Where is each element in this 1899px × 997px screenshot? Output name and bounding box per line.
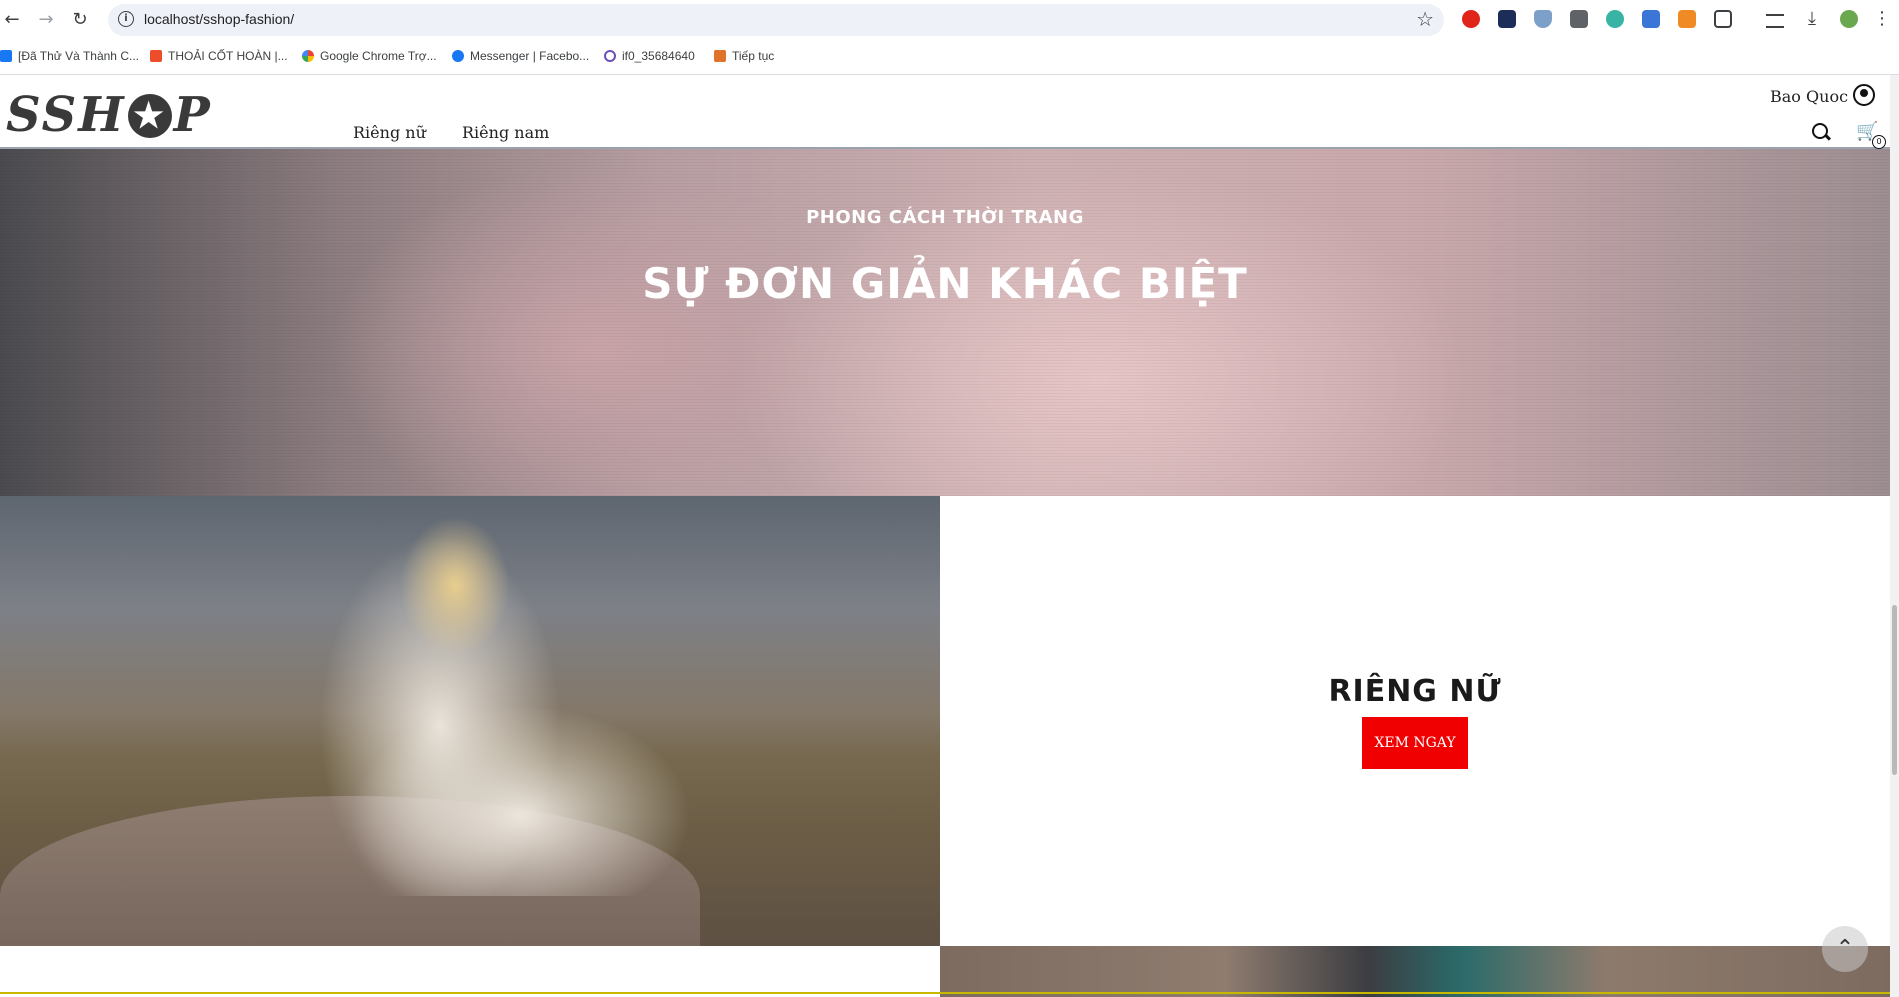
men-section-image: [940, 946, 1890, 997]
nav-link-rieng-nu[interactable]: Riêng nữ: [353, 123, 426, 142]
hero-title: SỰ ĐƠN GIẢN KHÁC BIỆT: [642, 259, 1248, 308]
shopee-icon: [150, 50, 162, 62]
bookmark-item[interactable]: Google Chrome Trợ...: [302, 49, 437, 63]
men-section-panel: [0, 946, 940, 997]
model-figure: [290, 516, 770, 896]
extension-icon[interactable]: [1498, 10, 1516, 28]
avatar[interactable]: [1840, 10, 1858, 28]
bookmark-label: THOẢI CỐT HOÀN |...: [168, 49, 288, 63]
bookmark-item[interactable]: THOẢI CỐT HOÀN |...: [150, 49, 288, 63]
user-account-icon[interactable]: [1853, 84, 1875, 106]
bookmark-label: Google Chrome Trợ...: [320, 49, 437, 63]
extension-icon[interactable]: [1570, 10, 1588, 28]
women-section-image: [0, 496, 940, 946]
logo-text-right: P: [173, 87, 212, 143]
bookmark-item[interactable]: if0_35684640: [604, 49, 695, 63]
model-body: [290, 516, 770, 896]
logo-text-left: SSH: [6, 87, 126, 143]
google-icon: [302, 50, 314, 62]
hero-subtitle: PHONG CÁCH THỜI TRANG: [806, 207, 1084, 228]
browser-toolbar: ← → ↻ i localhost/sshop-fashion/ ☆ ⤓ ⋮: [0, 0, 1899, 40]
hero-banner: PHONG CÁCH THỜI TRANG SỰ ĐƠN GIẢN KHÁC B…: [0, 149, 1890, 496]
search-icon[interactable]: [1812, 123, 1828, 139]
chevron-up-icon: ⌃: [1835, 936, 1855, 961]
shield-icon[interactable]: [1534, 10, 1552, 28]
bookmarks-bar: [Đã Thử Và Thành C... THOẢI CỐT HOÀN |..…: [0, 40, 1899, 75]
facebook-icon: [452, 50, 464, 62]
bookmark-label: Tiếp tục: [732, 49, 775, 63]
facebook-page-icon: [0, 50, 12, 62]
shop-now-button[interactable]: XEM NGAY: [1362, 717, 1468, 769]
back-to-top-button[interactable]: ⌃: [1822, 926, 1868, 972]
site-info-icon[interactable]: i: [118, 11, 134, 27]
url-text: localhost/sshop-fashion/: [144, 11, 295, 27]
model-hair: [400, 516, 510, 656]
opera-icon[interactable]: [1462, 10, 1480, 28]
forward-arrow-icon[interactable]: →: [34, 8, 58, 32]
scrollbar-thumb[interactable]: [1892, 605, 1897, 775]
reload-icon[interactable]: ↻: [68, 8, 92, 32]
address-bar[interactable]: i localhost/sshop-fashion/ ☆: [108, 4, 1444, 36]
user-name[interactable]: Bao Quoc: [1770, 87, 1848, 106]
bookmark-item[interactable]: Messenger | Facebo...: [452, 49, 589, 63]
bookmark-star-icon[interactable]: ☆: [1416, 7, 1434, 31]
star-logo-icon: ★: [127, 94, 172, 138]
cart-count-badge: 0: [1872, 135, 1886, 149]
back-arrow-icon[interactable]: ←: [0, 8, 24, 32]
bookmark-label: if0_35684640: [622, 49, 695, 63]
women-section-title: RIÊNG NỮ: [1328, 674, 1502, 709]
translate-icon[interactable]: [1642, 10, 1660, 28]
extension-icon[interactable]: [1678, 10, 1696, 28]
bookmark-icon: [714, 50, 726, 62]
extension-icon[interactable]: [1606, 10, 1624, 28]
bookmark-item[interactable]: Tiếp tục: [714, 49, 774, 63]
divider: [0, 992, 1890, 994]
nav-link-rieng-nam[interactable]: Riêng nam: [462, 123, 549, 142]
bookmark-item[interactable]: [Đã Thử Và Thành C...: [0, 49, 139, 63]
women-section-panel: RIÊNG NỮ XEM NGAY: [940, 496, 1890, 946]
page-scrollbar[interactable]: [1890, 75, 1899, 997]
infinity-icon: [604, 50, 616, 62]
bookmark-label: Messenger | Facebo...: [470, 49, 590, 63]
kebab-menu-icon[interactable]: ⋮: [1870, 7, 1894, 31]
puzzle-icon[interactable]: [1714, 10, 1732, 28]
bookmark-label: [Đã Thử Và Thành C...: [18, 49, 139, 63]
site-logo[interactable]: SSH ★ P: [6, 87, 212, 143]
site-header: SSH ★ P Riêng nữ Riêng nam Bao Quoc 🛒 0: [0, 75, 1890, 149]
download-icon[interactable]: ⤓: [1800, 7, 1824, 31]
media-icon[interactable]: [1766, 14, 1784, 28]
